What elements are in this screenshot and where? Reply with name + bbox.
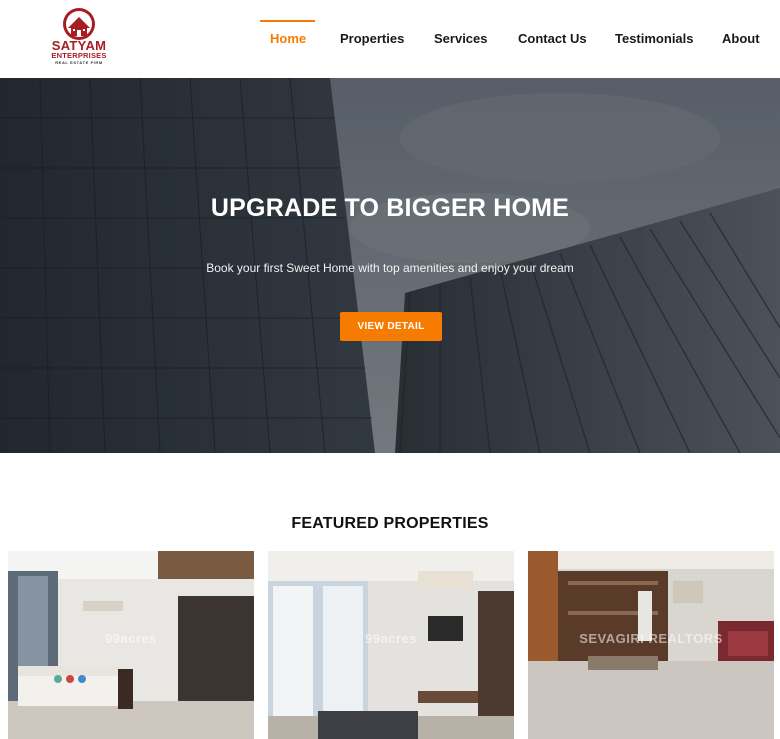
active-nav-indicator <box>260 20 315 22</box>
nav-contact-us[interactable]: Contact Us <box>518 31 587 46</box>
hero-title: UPGRADE TO BIGGER HOME <box>210 194 570 222</box>
image-watermark: SEVAGIRI REALTORS <box>579 631 723 646</box>
house-logo-icon <box>63 8 95 40</box>
property-card-2[interactable]: 99acres <box>268 551 514 739</box>
image-watermark: 99acres <box>105 631 157 646</box>
image-watermark: 99acres <box>365 631 417 646</box>
brand-tagline: ENTERPRISES <box>51 51 107 60</box>
property-card-3[interactable]: SEVAGIRI REALTORS <box>528 551 774 739</box>
featured-properties-title: FEATURED PROPERTIES <box>291 515 489 532</box>
site-header: SATYAM ENTERPRISES REAL ESTATE FIRM Home… <box>0 0 780 78</box>
hero-subtitle: Book your first Sweet Home with top amen… <box>206 261 574 275</box>
nav-properties[interactable]: Properties <box>340 31 404 46</box>
property-card-1[interactable]: 99acres <box>8 551 254 739</box>
brand-logo[interactable]: SATYAM ENTERPRISES REAL ESTATE FIRM <box>46 6 112 68</box>
nav-about[interactable]: About <box>722 31 760 46</box>
nav-services[interactable]: Services <box>434 31 488 46</box>
brand-subtag: REAL ESTATE FIRM <box>55 60 103 65</box>
hero-banner: UPGRADE TO BIGGER HOME Book your first S… <box>0 78 780 453</box>
nav-home[interactable]: Home <box>270 31 306 46</box>
nav-testimonials[interactable]: Testimonials <box>615 31 694 46</box>
view-detail-button[interactable]: VIEW DETAIL <box>340 312 442 341</box>
